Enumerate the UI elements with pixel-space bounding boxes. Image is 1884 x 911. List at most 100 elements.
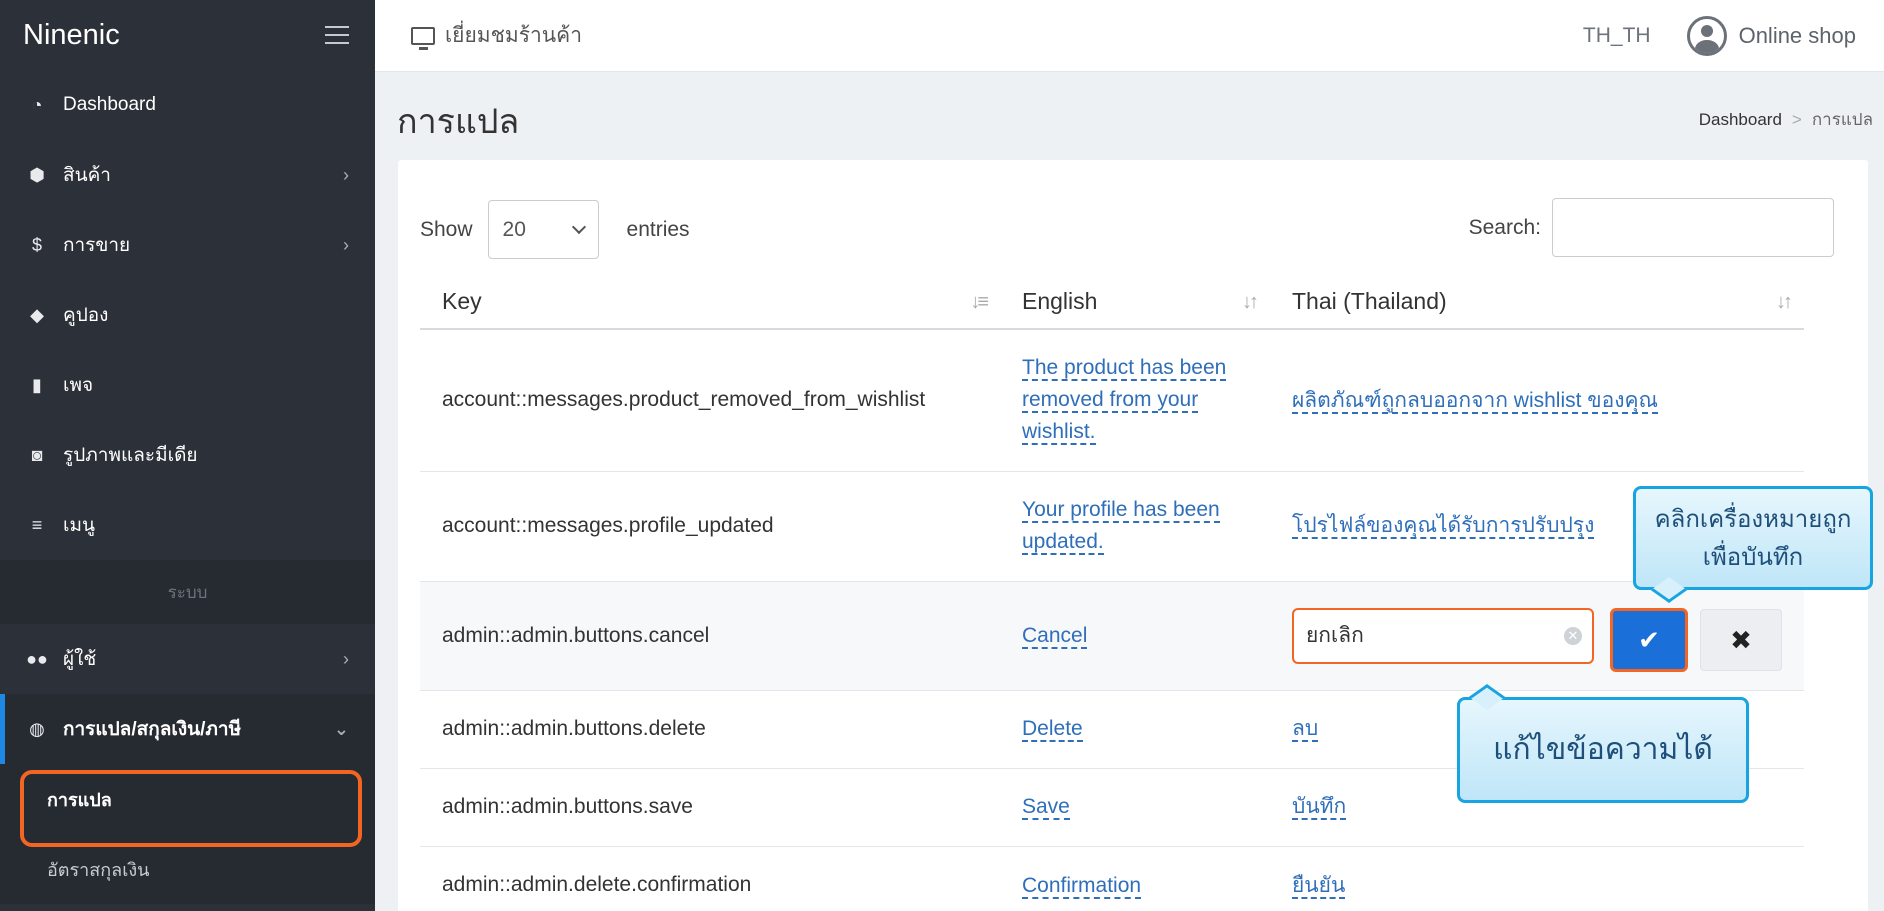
chevron-down-icon: ⌄: [333, 718, 349, 739]
users-icon: ●●: [26, 648, 48, 669]
sidebar-item-label: สินค้า: [63, 165, 111, 186]
save-hint-callout: คลิกเครื่องหมายถูก เพื่อบันทึก: [1633, 486, 1873, 603]
sidebar-item-label: ผู้ใช้: [63, 649, 97, 670]
english-value-link[interactable]: Confirmation: [1022, 873, 1142, 899]
sort-icon: ↓↑: [1242, 291, 1259, 313]
thai-value-link[interactable]: โปรไฟล์ของคุณได้รับการปรับปรุง: [1292, 514, 1595, 540]
sidebar-item-media[interactable]: ◙ รูปภาพและมีเดีย: [0, 420, 375, 490]
sidebar-subnav: การแปล อัตราสกุลเงิน: [0, 764, 375, 904]
sidebar-item-menus[interactable]: ≡ เมนู: [0, 490, 375, 560]
key-cell: account::messages.product_removed_from_w…: [420, 328, 1000, 471]
visit-store-link[interactable]: เยี่ยมชมร้านค้า: [411, 19, 582, 52]
sidebar-item-label: รูปภาพและมีเดีย: [63, 445, 198, 466]
english-value-link[interactable]: Your profile has been updated.: [1022, 498, 1220, 555]
brand-bar: Ninenic: [0, 0, 375, 70]
page-size-select[interactable]: 20: [487, 200, 599, 259]
file-icon: ▮: [32, 374, 42, 395]
table-row: admin::admin.delete.confirmation Confirm…: [420, 845, 1804, 911]
sidebar-item-sales[interactable]: $ การขาย ›: [0, 210, 375, 280]
key-cell: admin::admin.buttons.cancel: [420, 580, 1000, 690]
check-icon: ✔: [1638, 624, 1660, 655]
sidebar-item-label: เพจ: [63, 375, 94, 396]
search-control: Search:: [1469, 198, 1834, 257]
visit-store-label: เยี่ยมชมร้านค้า: [445, 24, 582, 47]
dollar-icon: $: [31, 234, 42, 255]
clear-icon[interactable]: ✕: [1564, 626, 1582, 645]
chevron-right-icon: ›: [343, 234, 349, 255]
chevron-right-icon: ›: [343, 648, 349, 669]
brand-logo[interactable]: Ninenic: [23, 19, 120, 52]
sidebar: Ninenic ◔ Dashboard ⬢ สินค้า › $ การขาย …: [0, 0, 375, 911]
sidebar-item-label: การแปล/สกุลเงิน/ภาษี: [63, 719, 242, 740]
show-label: Show: [420, 217, 473, 241]
table-row: account::messages.product_removed_from_w…: [420, 328, 1804, 471]
cancel-edit-button[interactable]: ✖: [1700, 609, 1782, 671]
thai-value-link[interactable]: ลบ: [1292, 717, 1319, 743]
english-value-link[interactable]: Delete: [1022, 717, 1083, 743]
globe-icon: ◍: [29, 718, 45, 739]
table-row-editing: admin::admin.buttons.cancel Cancel ยกเลิ…: [420, 580, 1804, 690]
list-icon: ≡: [31, 514, 43, 535]
sidebar-item-label: การขาย: [63, 235, 131, 256]
column-header-key[interactable]: Key ↓≡: [420, 275, 1000, 330]
key-cell: admin::admin.buttons.delete: [420, 689, 1000, 768]
user-menu[interactable]: Online shop: [1686, 15, 1856, 56]
sidebar-item-users[interactable]: ●● ผู้ใช้ ›: [0, 624, 375, 694]
breadcrumb-current: การแปล: [1811, 110, 1873, 129]
monitor-icon: [411, 26, 435, 50]
column-header-label: Key: [442, 288, 482, 314]
key-cell: admin::admin.delete.confirmation: [420, 845, 1000, 911]
sort-icon: ↓↑: [1776, 291, 1793, 313]
column-header-english[interactable]: English ↓↑: [1000, 275, 1270, 330]
english-value-link[interactable]: Cancel: [1022, 623, 1088, 649]
chevron-down-icon: [571, 219, 586, 235]
save-hint-text: คลิกเครื่องหมายถูก เพื่อบันทึก: [1654, 506, 1852, 571]
english-value-link[interactable]: Save: [1022, 795, 1070, 821]
column-header-thai[interactable]: Thai (Thailand) ↓↑: [1270, 275, 1804, 330]
sidebar-item-dashboard[interactable]: ◔ Dashboard: [0, 70, 375, 140]
sort-desc-icon: ↓≡: [970, 291, 989, 313]
breadcrumb: Dashboard > การแปล: [1699, 106, 1873, 133]
sidebar-item-label: Dashboard: [63, 94, 156, 115]
sidebar-item-localization[interactable]: ◍ การแปล/สกุลเงิน/ภาษี ⌄: [0, 694, 375, 764]
thai-value-link[interactable]: ยืนยัน: [1292, 873, 1346, 899]
sidebar-item-pages[interactable]: ▮ เพจ: [0, 350, 375, 420]
user-avatar-icon: [1686, 15, 1727, 56]
breadcrumb-separator: >: [1791, 109, 1802, 129]
english-value-link[interactable]: The product has been removed from your w…: [1022, 356, 1227, 446]
tags-icon: ◆: [30, 304, 44, 325]
page-size-control: Show 20 entries: [420, 200, 690, 259]
thai-value-link[interactable]: บันทึก: [1292, 795, 1347, 821]
key-cell: admin::admin.buttons.save: [420, 767, 1000, 846]
save-checkmark-button[interactable]: ✔: [1610, 608, 1688, 672]
page-size-value: 20: [502, 217, 526, 241]
thai-edit-input[interactable]: ยกเลิก ✕: [1292, 607, 1594, 664]
table-row: account::messages.profile_updated Your p…: [420, 470, 1804, 581]
page-title: การแปล: [397, 103, 520, 141]
close-icon: ✖: [1730, 624, 1752, 655]
sidebar-subitem-currency-rates[interactable]: อัตราสกุลเงิน: [0, 834, 375, 904]
thai-value-link[interactable]: ผลิตภัณฑ์ถูกลบออกจาก wishlist ของคุณ: [1292, 388, 1659, 414]
chevron-right-icon: ›: [343, 164, 349, 185]
key-cell: account::messages.profile_updated: [420, 470, 1000, 581]
hamburger-menu-icon[interactable]: [325, 26, 349, 44]
sidebar-item-label: คูปอง: [63, 305, 109, 326]
edit-hint-text: แก้ไขข้อความได้: [1493, 733, 1713, 766]
sidebar-item-coupons[interactable]: ◆ คูปอง: [0, 280, 375, 350]
camera-icon: ◙: [31, 444, 43, 465]
translations-table: Key ↓≡ English ↓↑ Thai (Thailand) ↓↑ acc…: [420, 275, 1804, 911]
entries-label: entries: [626, 217, 690, 241]
dashboard-icon: ◔: [31, 94, 43, 115]
search-input[interactable]: [1552, 198, 1834, 257]
user-name: Online shop: [1738, 22, 1856, 48]
sidebar-item-products[interactable]: ⬢ สินค้า ›: [0, 140, 375, 210]
locale-switcher[interactable]: TH_TH: [1583, 24, 1651, 48]
box-icon: ⬢: [29, 164, 45, 185]
breadcrumb-home[interactable]: Dashboard: [1699, 110, 1782, 130]
sidebar-item-label: เมนู: [63, 515, 96, 536]
edit-hint-callout: แก้ไขข้อความได้: [1457, 684, 1749, 803]
top-bar: เยี่ยมชมร้านค้า TH_TH Online shop: [375, 0, 1884, 72]
search-label: Search:: [1468, 215, 1541, 239]
sidebar-subitem-translations[interactable]: การแปล: [0, 764, 375, 847]
sidebar-section-system: ระบบ: [0, 560, 375, 624]
